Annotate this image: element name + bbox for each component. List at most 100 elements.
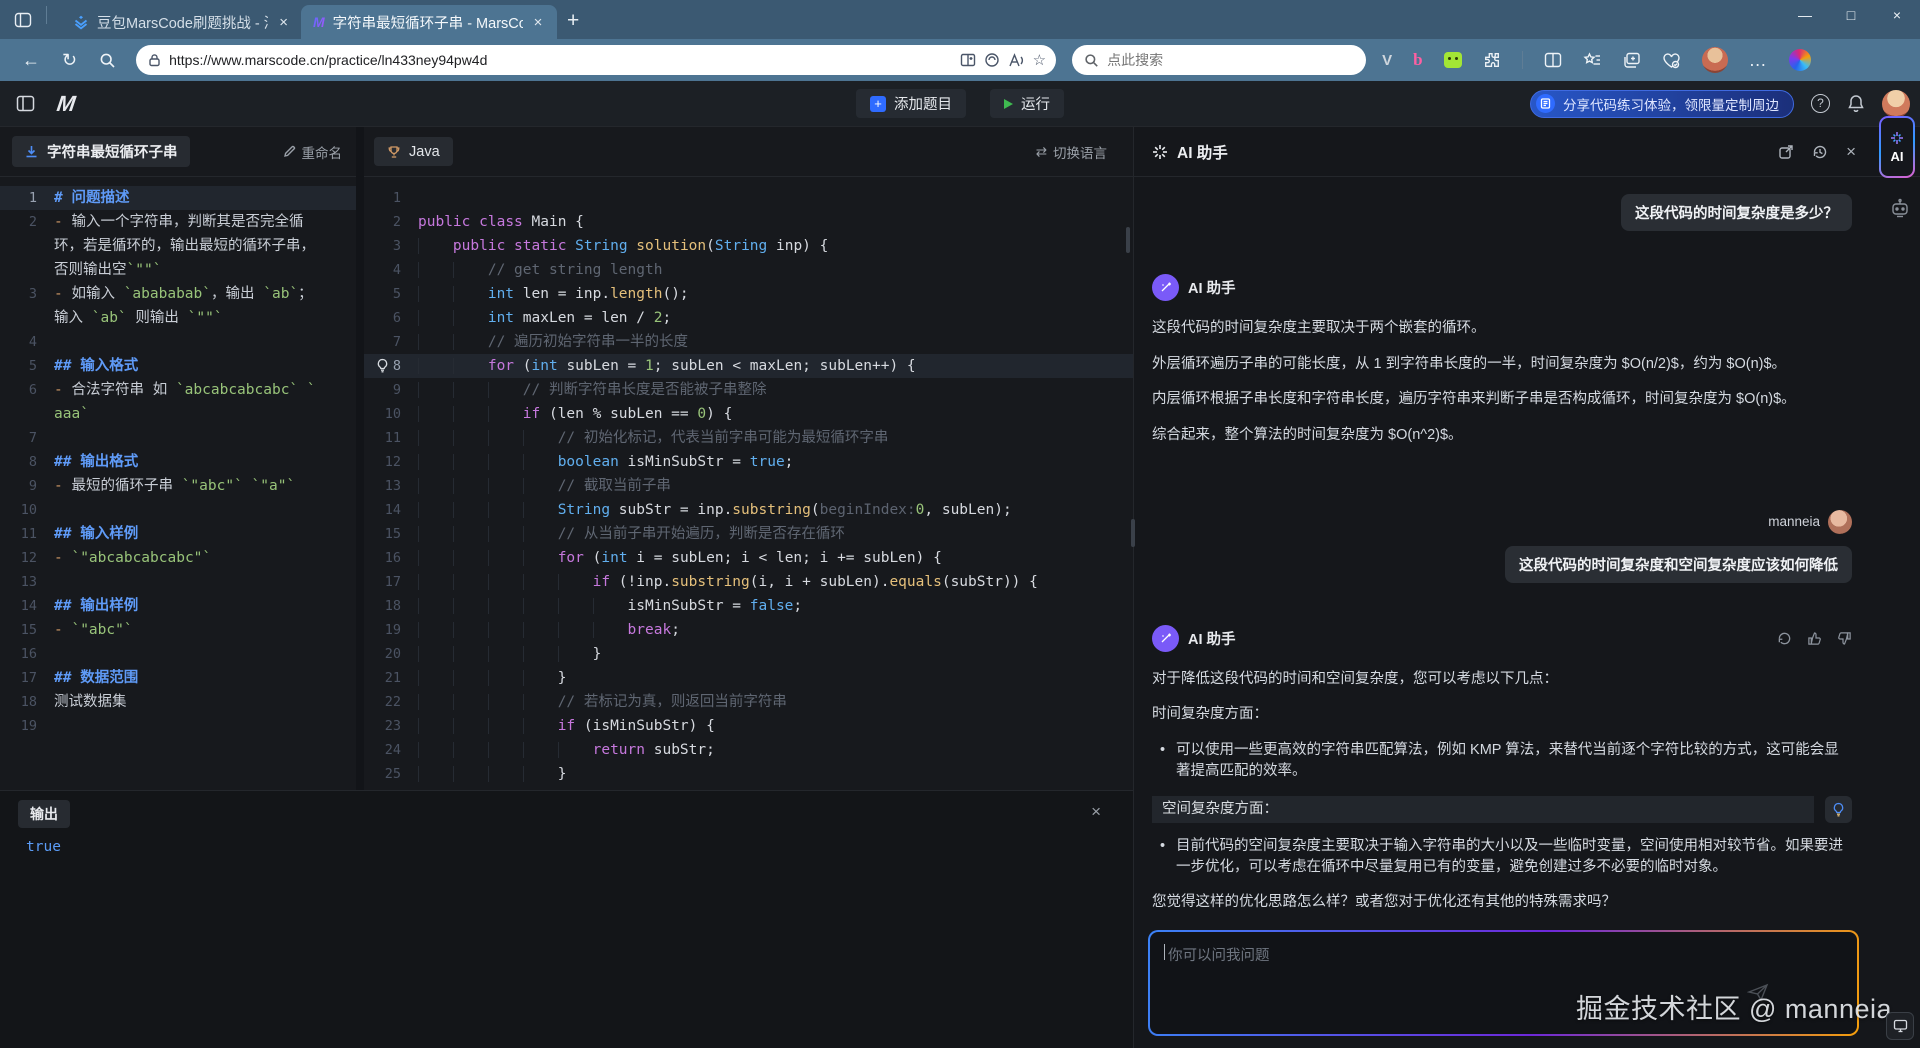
- bing-icon[interactable]: b: [1413, 50, 1422, 70]
- code-line[interactable]: 16 for (int i = subLen; i < len; i += su…: [364, 546, 1133, 570]
- language-tab[interactable]: Java: [374, 137, 453, 166]
- code-line[interactable]: 10 if (len % subLen == 0) {: [364, 402, 1133, 426]
- problem-title-button[interactable]: 字符串最短循环子串: [12, 136, 190, 167]
- send-icon[interactable]: [1747, 982, 1769, 1002]
- url-input[interactable]: [169, 52, 952, 68]
- panel-divider[interactable]: [356, 127, 364, 790]
- problem-line[interactable]: 13: [0, 570, 356, 594]
- code-line[interactable]: 13 // 截取当前子串: [364, 474, 1133, 498]
- code-line[interactable]: 14 String subStr = inp.substring(beginIn…: [364, 498, 1133, 522]
- code-line[interactable]: 4 // get string length: [364, 258, 1133, 282]
- immersive-reader-icon[interactable]: [984, 52, 1000, 68]
- history-icon[interactable]: [1812, 144, 1828, 160]
- switch-language-button[interactable]: ⇄ 切换语言: [1036, 142, 1107, 162]
- search-icon[interactable]: [99, 52, 116, 69]
- problem-line[interactable]: 17## 数据范围: [0, 666, 356, 690]
- browser-health-icon[interactable]: [1662, 52, 1681, 69]
- add-problem-button[interactable]: + 添加题目: [856, 89, 966, 118]
- problem-line[interactable]: 5## 输入格式: [0, 354, 356, 378]
- code-line[interactable]: 2public class Main {: [364, 210, 1133, 234]
- problem-line[interactable]: 15- `"abc"`: [0, 618, 356, 642]
- window-close-button[interactable]: ×: [1874, 0, 1920, 32]
- tab-close-icon[interactable]: ×: [531, 14, 546, 31]
- problem-line[interactable]: 1# 问题描述: [0, 186, 356, 210]
- chat-input-box[interactable]: 你可以问我问题: [1148, 930, 1859, 1036]
- code-line[interactable]: 20 }: [364, 642, 1133, 666]
- split-screen-icon[interactable]: [960, 52, 976, 68]
- code-line[interactable]: 17 if (!inp.substring(i, i + subLen).equ…: [364, 570, 1133, 594]
- browser-tab-marscode[interactable]: M 字符串最短循环子串 - MarsCode ×: [301, 5, 557, 39]
- code-line[interactable]: 22 // 若标记为真，则返回当前字符串: [364, 690, 1133, 714]
- window-minimize-button[interactable]: —: [1782, 0, 1828, 32]
- more-menu-icon[interactable]: …: [1749, 50, 1768, 71]
- code-line[interactable]: 23 if (isMinSubStr) {: [364, 714, 1133, 738]
- problem-line[interactable]: 19: [0, 714, 356, 738]
- extension-v-icon[interactable]: V: [1382, 52, 1392, 69]
- regenerate-icon[interactable]: [1777, 631, 1792, 646]
- code-line[interactable]: 9 // 判断字符串长度是否能被子串整除: [364, 378, 1133, 402]
- rename-button[interactable]: 重命名: [283, 142, 343, 162]
- extensions-puzzle-icon[interactable]: [1483, 51, 1501, 69]
- thumbs-down-icon[interactable]: [1837, 631, 1852, 646]
- code-line[interactable]: 1: [364, 186, 1133, 210]
- refresh-icon[interactable]: ↻: [62, 50, 77, 71]
- code-line[interactable]: 3 public static String solution(String i…: [364, 234, 1133, 258]
- problem-line[interactable]: 12- `"abcabcabcabc"`: [0, 546, 356, 570]
- favorites-bar-icon[interactable]: [1583, 52, 1602, 69]
- problem-line[interactable]: 11## 输入样例: [0, 522, 356, 546]
- split-window-icon[interactable]: [1544, 52, 1562, 68]
- quick-search-box[interactable]: [1072, 45, 1366, 75]
- browser-profile-avatar[interactable]: [1702, 47, 1728, 73]
- code-line[interactable]: 11 // 初始化标记，代表当前字串可能为最短循环字串: [364, 426, 1133, 450]
- problem-line[interactable]: 2- 输入一个字符串，判断其是否完全循环，若是循环的，输出最短的循环子串，否则输…: [0, 210, 356, 282]
- problem-line[interactable]: 16: [0, 642, 356, 666]
- code-line[interactable]: 25 }: [364, 762, 1133, 786]
- ai-assistant-fab[interactable]: AI: [1879, 116, 1915, 178]
- window-maximize-button[interactable]: □: [1828, 0, 1874, 32]
- problem-line[interactable]: 3- 如输入 `abababab`，输出 `ab`；输入 `ab` 则输出 `"…: [0, 282, 356, 330]
- problem-line[interactable]: 10: [0, 498, 356, 522]
- workspaces-icon[interactable]: [14, 11, 32, 29]
- output-tab[interactable]: 输出: [18, 800, 70, 828]
- problem-line[interactable]: 14## 输出样例: [0, 594, 356, 618]
- favorite-star-icon[interactable]: ☆: [1033, 51, 1046, 69]
- code-line[interactable]: 7 // 遍历初始字符串一半的长度: [364, 330, 1133, 354]
- monitor-icon[interactable]: [1886, 1012, 1914, 1040]
- address-bar[interactable]: ☆: [136, 45, 1056, 75]
- problem-line[interactable]: 7: [0, 426, 356, 450]
- read-aloud-icon[interactable]: [1008, 53, 1025, 68]
- code-line[interactable]: 6 int maxLen = len / 2;: [364, 306, 1133, 330]
- explain-lightbulb-icon[interactable]: [1825, 796, 1852, 823]
- code-line[interactable]: 5 int len = inp.length();: [364, 282, 1133, 306]
- export-chat-icon[interactable]: [1778, 144, 1794, 160]
- extension-green-icon[interactable]: [1444, 52, 1462, 68]
- code-line[interactable]: 18 isMinSubStr = false;: [364, 594, 1133, 618]
- chat-messages[interactable]: 这段代码的时间复杂度是多少？ AI 助手 这段代码的时间复杂度主要取决于两个嵌套…: [1134, 177, 1920, 920]
- thumbs-up-icon[interactable]: [1807, 631, 1822, 646]
- copilot-icon[interactable]: [1789, 49, 1811, 71]
- problem-line[interactable]: 8## 输出格式: [0, 450, 356, 474]
- code-line[interactable]: 15 // 从当前子串开始遍历，判断是否存在循环: [364, 522, 1133, 546]
- help-icon[interactable]: ?: [1811, 94, 1830, 113]
- user-avatar[interactable]: [1882, 90, 1910, 118]
- code-line[interactable]: 24 return subStr;: [364, 738, 1133, 762]
- quick-search-input[interactable]: [1107, 52, 1354, 68]
- problem-line[interactable]: 18测试数据集: [0, 690, 356, 714]
- collections-icon[interactable]: [1623, 52, 1641, 69]
- feedback-robot-icon[interactable]: [1890, 198, 1910, 220]
- share-banner-button[interactable]: 分享代码练习体验，领限量定制周边: [1530, 90, 1794, 118]
- notification-bell-icon[interactable]: [1847, 94, 1865, 113]
- code-line[interactable]: 8 for (int subLen = 1; subLen < maxLen; …: [364, 354, 1133, 378]
- problem-line[interactable]: 4: [0, 330, 356, 354]
- code-line[interactable]: 19 break;: [364, 618, 1133, 642]
- code-line[interactable]: 21 }: [364, 666, 1133, 690]
- back-icon[interactable]: ←: [22, 50, 40, 71]
- sidebar-toggle-icon[interactable]: [16, 95, 35, 112]
- browser-tab-juejin[interactable]: 豆包MarsCode刷题挑战 - 沸点 - 掘金 ×: [61, 5, 301, 39]
- new-tab-button[interactable]: +: [567, 9, 579, 33]
- output-close-icon[interactable]: ×: [1091, 802, 1101, 822]
- code-line[interactable]: 12 boolean isMinSubStr = true;: [364, 450, 1133, 474]
- problem-line[interactable]: 6- 合法字符串 如 `abcabcabcabc` `aaa`: [0, 378, 356, 426]
- tab-close-icon[interactable]: ×: [276, 14, 291, 31]
- problem-line[interactable]: 9- 最短的循环子串 `"abc"` `"a"`: [0, 474, 356, 498]
